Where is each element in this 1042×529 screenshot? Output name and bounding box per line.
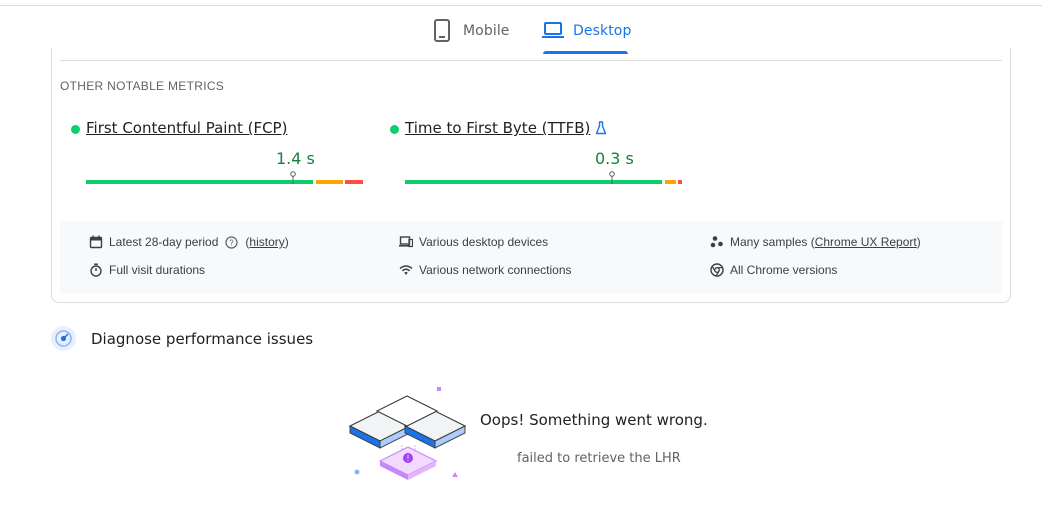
metric-fcp-value: 1.4 s <box>276 149 315 168</box>
info-network-text: Various network connections <box>419 263 572 277</box>
fcp-good-segment <box>86 180 313 184</box>
info-durations: Full visit durations <box>89 263 205 277</box>
metric-fcp: First Contentful Paint (FCP) 1.4 s <box>69 119 363 189</box>
svg-text:!: ! <box>407 454 409 463</box>
metric-ttfb-distribution-bar <box>405 171 682 184</box>
metrics-card: OTHER NOTABLE METRICS First Contentful P… <box>51 48 1011 303</box>
metric-ttfb: Time to First Byte (TTFB) 0.3 s <box>388 119 682 189</box>
info-network: Various network connections <box>399 263 572 277</box>
chrome-icon <box>710 263 724 277</box>
help-icon[interactable]: ? <box>225 235 239 249</box>
info-period: Latest 28-day period ? (history) <box>89 235 289 249</box>
laptop-icon <box>542 22 564 38</box>
error-puzzle-illustration: ! <box>348 387 467 480</box>
good-status-dot <box>71 125 80 134</box>
info-samples-prefix: Many samples ( <box>730 235 815 249</box>
section-title: OTHER NOTABLE METRICS <box>60 79 225 93</box>
tab-desktop-label: Desktop <box>573 23 632 39</box>
ttfb-p75-marker <box>609 171 615 184</box>
metric-fcp-distribution-bar <box>86 171 363 184</box>
experimental-flask-icon[interactable] <box>595 121 607 135</box>
fcp-poor-segment <box>345 180 363 184</box>
diagnose-title: Diagnose performance issues <box>91 330 314 348</box>
chrome-ux-report-link[interactable]: Chrome UX Report <box>815 235 917 249</box>
info-devices-text: Various desktop devices <box>419 235 549 249</box>
info-versions: All Chrome versions <box>710 263 837 277</box>
gauge-icon <box>55 330 72 347</box>
metric-fcp-name[interactable]: First Contentful Paint (FCP) <box>86 119 287 137</box>
smartphone-icon <box>434 19 450 42</box>
error-title: Oops! Something went wrong. <box>480 411 708 429</box>
samples-icon <box>710 236 723 248</box>
metric-ttfb-value: 0.3 s <box>595 149 634 168</box>
top-divider <box>0 5 1042 6</box>
tab-mobile-label: Mobile <box>463 23 510 39</box>
devices-icon <box>399 236 413 248</box>
ttfb-poor-segment <box>678 180 682 184</box>
timer-icon <box>90 263 102 277</box>
error-message: failed to retrieve the LHR <box>517 451 681 466</box>
calendar-icon <box>89 235 103 249</box>
fcp-average-segment <box>316 180 343 184</box>
ttfb-average-segment <box>665 180 676 184</box>
metric-ttfb-name[interactable]: Time to First Byte (TTFB) <box>405 119 590 137</box>
info-versions-text: All Chrome versions <box>730 263 838 277</box>
info-durations-text: Full visit durations <box>109 263 206 277</box>
paren-close: ) <box>284 235 289 249</box>
ttfb-good-segment <box>405 180 662 184</box>
history-link[interactable]: history <box>249 235 284 249</box>
field-data-info-panel: Latest 28-day period ? (history) Full vi… <box>60 221 1002 294</box>
fcp-p75-marker <box>290 171 296 184</box>
info-samples: Many samples (Chrome UX Report) <box>710 235 921 249</box>
info-samples-suffix: ) <box>916 235 921 249</box>
info-devices: Various desktop devices <box>399 235 548 249</box>
good-status-dot <box>390 125 399 134</box>
wifi-icon <box>399 265 413 275</box>
diagnose-icon <box>51 326 76 351</box>
card-divider <box>60 60 1002 61</box>
info-period-text: Latest 28-day period <box>109 235 219 249</box>
svg-text:?: ? <box>230 238 235 247</box>
